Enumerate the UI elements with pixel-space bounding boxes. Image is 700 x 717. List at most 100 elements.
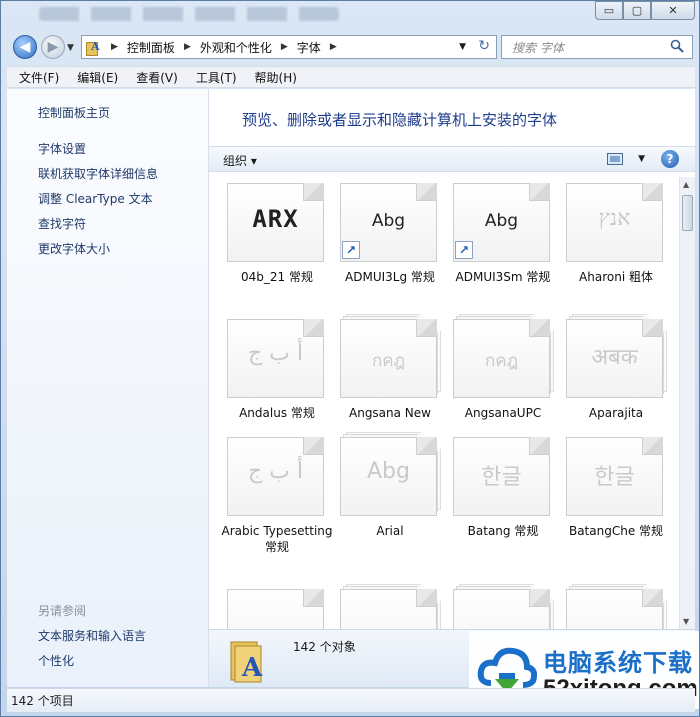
font-tile[interactable]: กคฎ AngsanaUPC xyxy=(445,313,555,443)
page-fold xyxy=(529,319,550,337)
watermark-title: 电脑系统下载 xyxy=(543,649,693,677)
font-preview: אנץ xyxy=(598,206,631,231)
page-fold xyxy=(303,589,324,607)
back-button[interactable]: ◀ xyxy=(13,35,37,59)
menu-view[interactable]: 查看(V) xyxy=(124,69,184,86)
font-preview: Abg xyxy=(484,211,519,231)
minimize-button[interactable]: ▭ xyxy=(595,1,623,20)
menu-help[interactable]: 帮助(H) xyxy=(243,69,303,86)
font-grid: ARX 04b_21 常规 Abg ↗ ADMUI3Lg 常规 Abg ↗ ADMUI3Sm … xyxy=(209,177,679,629)
font-name: Arabic Typesetting 常规 xyxy=(221,524,333,554)
font-tile[interactable]: ARX 04b_21 常规 xyxy=(219,177,329,307)
font-preview: Abg xyxy=(371,211,406,231)
address-dropdown[interactable]: ▼ xyxy=(459,42,466,52)
control-panel-home-link[interactable]: 控制面板主页 xyxy=(38,104,110,121)
search-icon[interactable] xyxy=(670,39,684,53)
font-tile[interactable] xyxy=(219,583,329,629)
breadcrumb-fonts[interactable]: 字体 xyxy=(297,39,321,56)
forward-button[interactable]: ▶ xyxy=(41,35,65,59)
font-tile[interactable]: أ ب ج Arabic Typesetting 常规 xyxy=(219,431,333,561)
address-bar[interactable]: ▶ 控制面板 ▶ 外观和个性化 ▶ 字体 ▶ ▼ ↻ xyxy=(81,35,497,59)
font-preview: أ ب ج xyxy=(247,459,303,484)
page-fold xyxy=(416,589,437,607)
see-also-heading: 另请参阅 xyxy=(38,604,87,618)
menu-bar: 文件(F) 编辑(E) 查看(V) 工具(T) 帮助(H) xyxy=(7,66,695,88)
organize-button[interactable]: 组织 ▾ xyxy=(223,152,257,169)
font-tile[interactable]: Abg ↗ ADMUI3Sm 常规 xyxy=(445,177,555,307)
recent-pages-dropdown[interactable]: ▼ xyxy=(67,43,74,53)
font-tile[interactable]: กคฎ Angsana New xyxy=(332,313,442,443)
font-name: Aharoni 粗体 xyxy=(579,270,653,284)
font-tile[interactable]: 한글 BatangChe 常规 xyxy=(558,431,668,561)
task-pane: 控制面板主页 字体设置 联机获取字体详细信息 调整 ClearType 文本 查… xyxy=(7,89,209,687)
font-name: ADMUI3Lg 常规 xyxy=(345,270,435,284)
page-fold xyxy=(303,319,324,337)
fonts-folder-icon: A xyxy=(230,641,263,683)
chevron-right-icon[interactable]: ▶ xyxy=(281,42,288,52)
status-bar: 142 个项目 xyxy=(7,688,695,712)
shortcut-arrow-icon: ↗ xyxy=(342,241,360,259)
font-tile[interactable] xyxy=(558,583,668,629)
search-box[interactable]: 搜索 字体 xyxy=(501,35,693,59)
window-controls: ▭ ▢ ✕ xyxy=(595,1,695,21)
font-tile[interactable]: 한글 Batang 常规 xyxy=(445,431,555,561)
font-tile[interactable]: Abg Arial xyxy=(332,431,442,561)
find-character-link[interactable]: 查找字符 xyxy=(38,215,86,232)
font-name: BatangChe 常规 xyxy=(568,524,664,538)
scroll-down-arrow[interactable]: ▼ xyxy=(683,617,689,626)
text-services-link[interactable]: 文本服务和输入语言 xyxy=(38,627,146,644)
font-tile[interactable]: Abg ↗ ADMUI3Lg 常规 xyxy=(332,177,442,307)
page-fold xyxy=(642,183,663,201)
font-name: AngsanaUPC xyxy=(464,406,542,420)
page-fold xyxy=(529,589,550,607)
font-preview: أ ب ج xyxy=(247,341,303,366)
help-icon[interactable]: ? xyxy=(661,150,679,168)
font-tile[interactable]: अबक Aparajita xyxy=(558,313,668,443)
font-preview: Abg xyxy=(367,459,410,484)
font-tile[interactable]: אנץ Aharoni 粗体 xyxy=(558,177,668,307)
menu-edit[interactable]: 编辑(E) xyxy=(65,69,124,86)
menu-file[interactable]: 文件(F) xyxy=(7,69,65,86)
online-font-info-link[interactable]: 联机获取字体详细信息 xyxy=(38,165,158,182)
personalization-link[interactable]: 个性化 xyxy=(38,652,74,669)
page-fold xyxy=(529,183,550,201)
blurred-title xyxy=(39,7,339,21)
view-dropdown[interactable]: ▼ xyxy=(638,154,645,164)
page-fold xyxy=(303,437,324,455)
scroll-thumb[interactable] xyxy=(682,195,693,231)
breadcrumb-appearance[interactable]: 外观和个性化 xyxy=(200,39,272,56)
font-settings-link[interactable]: 字体设置 xyxy=(38,140,86,157)
font-name: Angsana New xyxy=(349,406,431,420)
vertical-scrollbar[interactable]: ▲ ▼ xyxy=(679,177,695,629)
maximize-button[interactable]: ▢ xyxy=(623,1,651,20)
cleartype-link[interactable]: 调整 ClearType 文本 xyxy=(38,190,153,207)
font-name: Andalus 常规 xyxy=(239,406,315,420)
change-view-icon[interactable] xyxy=(607,153,623,165)
font-preview: กคฎ xyxy=(371,351,406,371)
breadcrumb-control-panel[interactable]: 控制面板 xyxy=(127,39,175,56)
page-title: 预览、删除或者显示和隐藏计算机上安装的字体 xyxy=(242,111,558,129)
font-name: Aparajita xyxy=(588,406,644,420)
item-count: 142 个项目 xyxy=(11,694,74,708)
command-bar: 组织 ▾ ▼ ? xyxy=(209,146,695,172)
page-fold xyxy=(642,319,663,337)
font-preview: ARX xyxy=(252,205,299,233)
content-pane: 预览、删除或者显示和隐藏计算机上安装的字体 组织 ▾ ▼ ? ARX 04b_21… xyxy=(209,89,695,687)
close-button[interactable]: ✕ xyxy=(651,1,695,20)
scroll-up-arrow[interactable]: ▲ xyxy=(683,180,689,189)
svg-text:A: A xyxy=(241,653,263,683)
chevron-right-icon[interactable]: ▶ xyxy=(184,42,191,52)
shortcut-arrow-icon: ↗ xyxy=(455,241,473,259)
menu-tools[interactable]: 工具(T) xyxy=(184,69,243,86)
chevron-right-icon[interactable]: ▶ xyxy=(111,42,118,52)
page-fold xyxy=(303,183,324,201)
chevron-right-icon[interactable]: ▶ xyxy=(330,42,337,52)
refresh-icon[interactable]: ↻ xyxy=(478,38,490,54)
font-tile[interactable]: أ ب ج Andalus 常规 xyxy=(219,313,329,443)
font-name: ADMUI3Sm 常规 xyxy=(455,270,551,284)
title-bar: ▭ ▢ ✕ xyxy=(1,1,699,31)
change-font-size-link[interactable]: 更改字体大小 xyxy=(38,240,110,257)
font-tile[interactable] xyxy=(332,583,442,629)
font-tile[interactable] xyxy=(445,583,555,629)
page-fold xyxy=(642,437,663,455)
